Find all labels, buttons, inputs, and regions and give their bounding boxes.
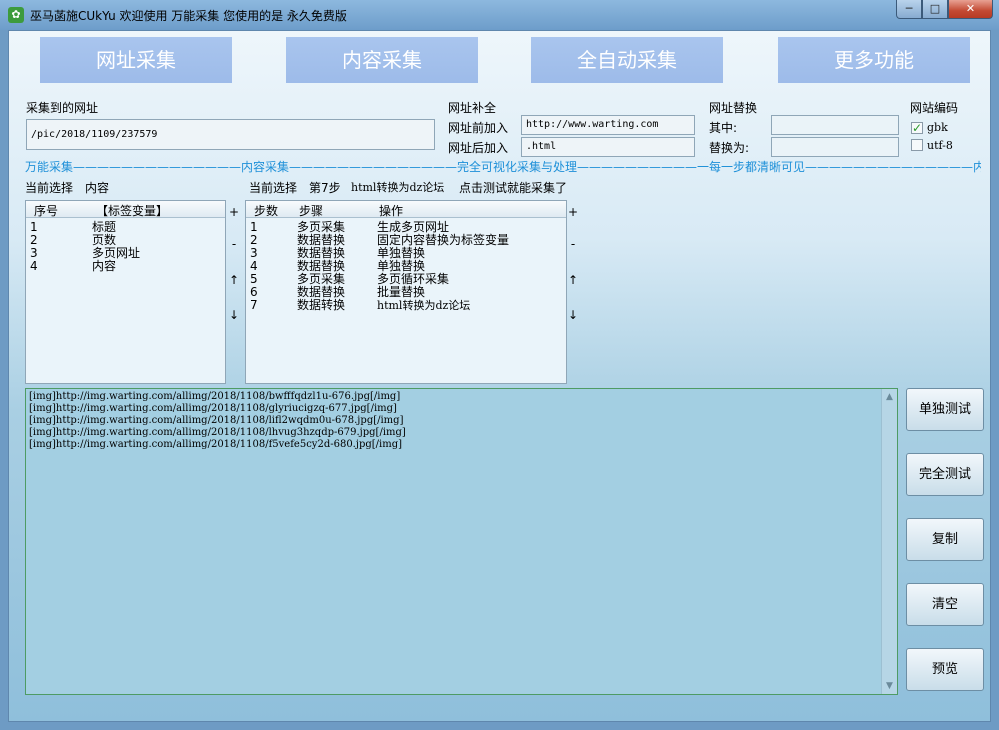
encoding-title: 网站编码 [910, 101, 959, 115]
current-step: 第7步 [309, 181, 341, 195]
preview-button[interactable]: 预览 [906, 648, 984, 691]
main-panel: 网址采集 内容采集 全自动采集 更多功能 采集到的网址 /pic/2018/11… [8, 30, 991, 722]
output-scrollbar[interactable]: ▲ ▼ [881, 389, 897, 694]
url-suffix-input[interactable]: .html [521, 137, 695, 157]
left-current-selection-value: 内容 [85, 181, 110, 195]
url-complete-title: 网址补全 [448, 101, 497, 115]
output-line: [img]http://img.warting.com/allimg/2018/… [29, 439, 403, 450]
url-prefix-label: 网址前加入 [448, 121, 509, 135]
window-title: 巫马菡施CUkYu 欢迎使用 万能采集 您使用的是 永久免费版 [30, 9, 347, 23]
url-find-input[interactable] [771, 115, 899, 135]
title-bar[interactable]: ✿ 巫马菡施CUkYu 欢迎使用 万能采集 您使用的是 永久免费版 ─ □ ✕ [0, 0, 999, 30]
url-suffix-label: 网址后加入 [448, 141, 509, 155]
list-item[interactable]: 7 数据转换 html转换为dz论坛 [246, 299, 566, 313]
output-line: [img]http://img.warting.com/allimg/2018/… [29, 403, 397, 414]
app-window: ✿ 巫马菡施CUkYu 欢迎使用 万能采集 您使用的是 永久免费版 ─ □ ✕ … [0, 0, 999, 730]
list-item[interactable]: 3 多页网址 [26, 247, 225, 260]
url-find-label: 其中: [709, 121, 738, 135]
output-line: [img]http://img.warting.com/allimg/2018/… [29, 427, 406, 438]
right-current-selection-label: 当前选择 [249, 181, 298, 195]
url-prefix-input[interactable]: http://www.warting.com [521, 115, 695, 135]
copy-button[interactable]: 复制 [906, 518, 984, 561]
close-button[interactable]: ✕ [948, 0, 993, 19]
url-replace-with-input[interactable] [771, 137, 899, 157]
step-move-up-button[interactable]: ↑ [567, 273, 579, 287]
help-banner-link[interactable]: 万能采集——————————————内容采集——————————————完全可视… [25, 158, 981, 175]
col-header-tag[interactable]: 【标签变量】 [96, 202, 168, 219]
tag-move-down-button[interactable]: ↓ [228, 308, 240, 322]
tab-auto-collect[interactable]: 全自动采集 [531, 37, 723, 83]
col-header-step-no[interactable]: 步数 [254, 202, 278, 219]
utf8-label: utf-8 [927, 139, 953, 152]
app-logo-icon: ✿ [8, 7, 24, 23]
tag-move-up-button[interactable]: ↑ [228, 273, 240, 287]
step-list-header: 步数 步骤 操作 [246, 201, 566, 218]
scroll-up-icon[interactable]: ▲ [883, 390, 896, 404]
tag-add-button[interactable]: + [228, 205, 240, 219]
single-test-button[interactable]: 单独测试 [906, 388, 984, 431]
gbk-checkbox[interactable]: ✓ [911, 122, 923, 134]
col-header-operation[interactable]: 操作 [379, 202, 403, 219]
output-line: [img]http://img.warting.com/allimg/2018/… [29, 415, 404, 426]
list-item[interactable]: 1 标题 [26, 221, 225, 234]
scroll-down-icon[interactable]: ▼ [883, 679, 896, 693]
tab-more-features[interactable]: 更多功能 [778, 37, 970, 83]
gbk-label: gbk [927, 121, 948, 134]
step-remove-button[interactable]: - [567, 237, 579, 251]
tag-variable-list[interactable]: 序号 【标签变量】 1 标题 2 页数 3 多页网址 4 内容 [25, 200, 226, 384]
minimize-button[interactable]: ─ [896, 0, 922, 19]
left-current-selection-label: 当前选择 [25, 181, 74, 195]
tag-list-header: 序号 【标签变量】 [26, 201, 225, 218]
clear-button[interactable]: 清空 [906, 583, 984, 626]
collected-url-label: 采集到的网址 [26, 101, 99, 115]
tab-url-collect[interactable]: 网址采集 [40, 37, 232, 83]
list-item[interactable]: 4 内容 [26, 260, 225, 273]
step-add-button[interactable]: + [567, 205, 579, 219]
maximize-button[interactable]: □ [922, 0, 948, 19]
tab-content-collect[interactable]: 内容采集 [286, 37, 478, 83]
col-header-index[interactable]: 序号 [34, 202, 58, 219]
output-line: [img]http://img.warting.com/allimg/2018/… [29, 391, 401, 402]
col-header-step[interactable]: 步骤 [299, 202, 323, 219]
step-move-down-button[interactable]: ↓ [567, 308, 579, 322]
full-test-button[interactable]: 完全测试 [906, 453, 984, 496]
utf8-checkbox[interactable] [911, 139, 923, 151]
step-list[interactable]: 步数 步骤 操作 1 多页采集 生成多页网址 2 数据替换 固定内容替换为标签变量 3数… [245, 200, 567, 384]
current-step-desc: html转换为dz论坛 [351, 181, 445, 194]
tag-remove-button[interactable]: - [228, 237, 240, 251]
list-item[interactable]: 6 数据替换 批量替换 [246, 286, 566, 299]
collected-url-field[interactable]: /pic/2018/1109/237579 [26, 119, 435, 150]
url-replace-with-label: 替换为: [709, 141, 750, 155]
url-replace-title: 网址替换 [709, 101, 758, 115]
output-textarea[interactable]: [img]http://img.warting.com/allimg/2018/… [25, 388, 898, 695]
test-hint: 点击测试就能采集了 [459, 181, 568, 195]
